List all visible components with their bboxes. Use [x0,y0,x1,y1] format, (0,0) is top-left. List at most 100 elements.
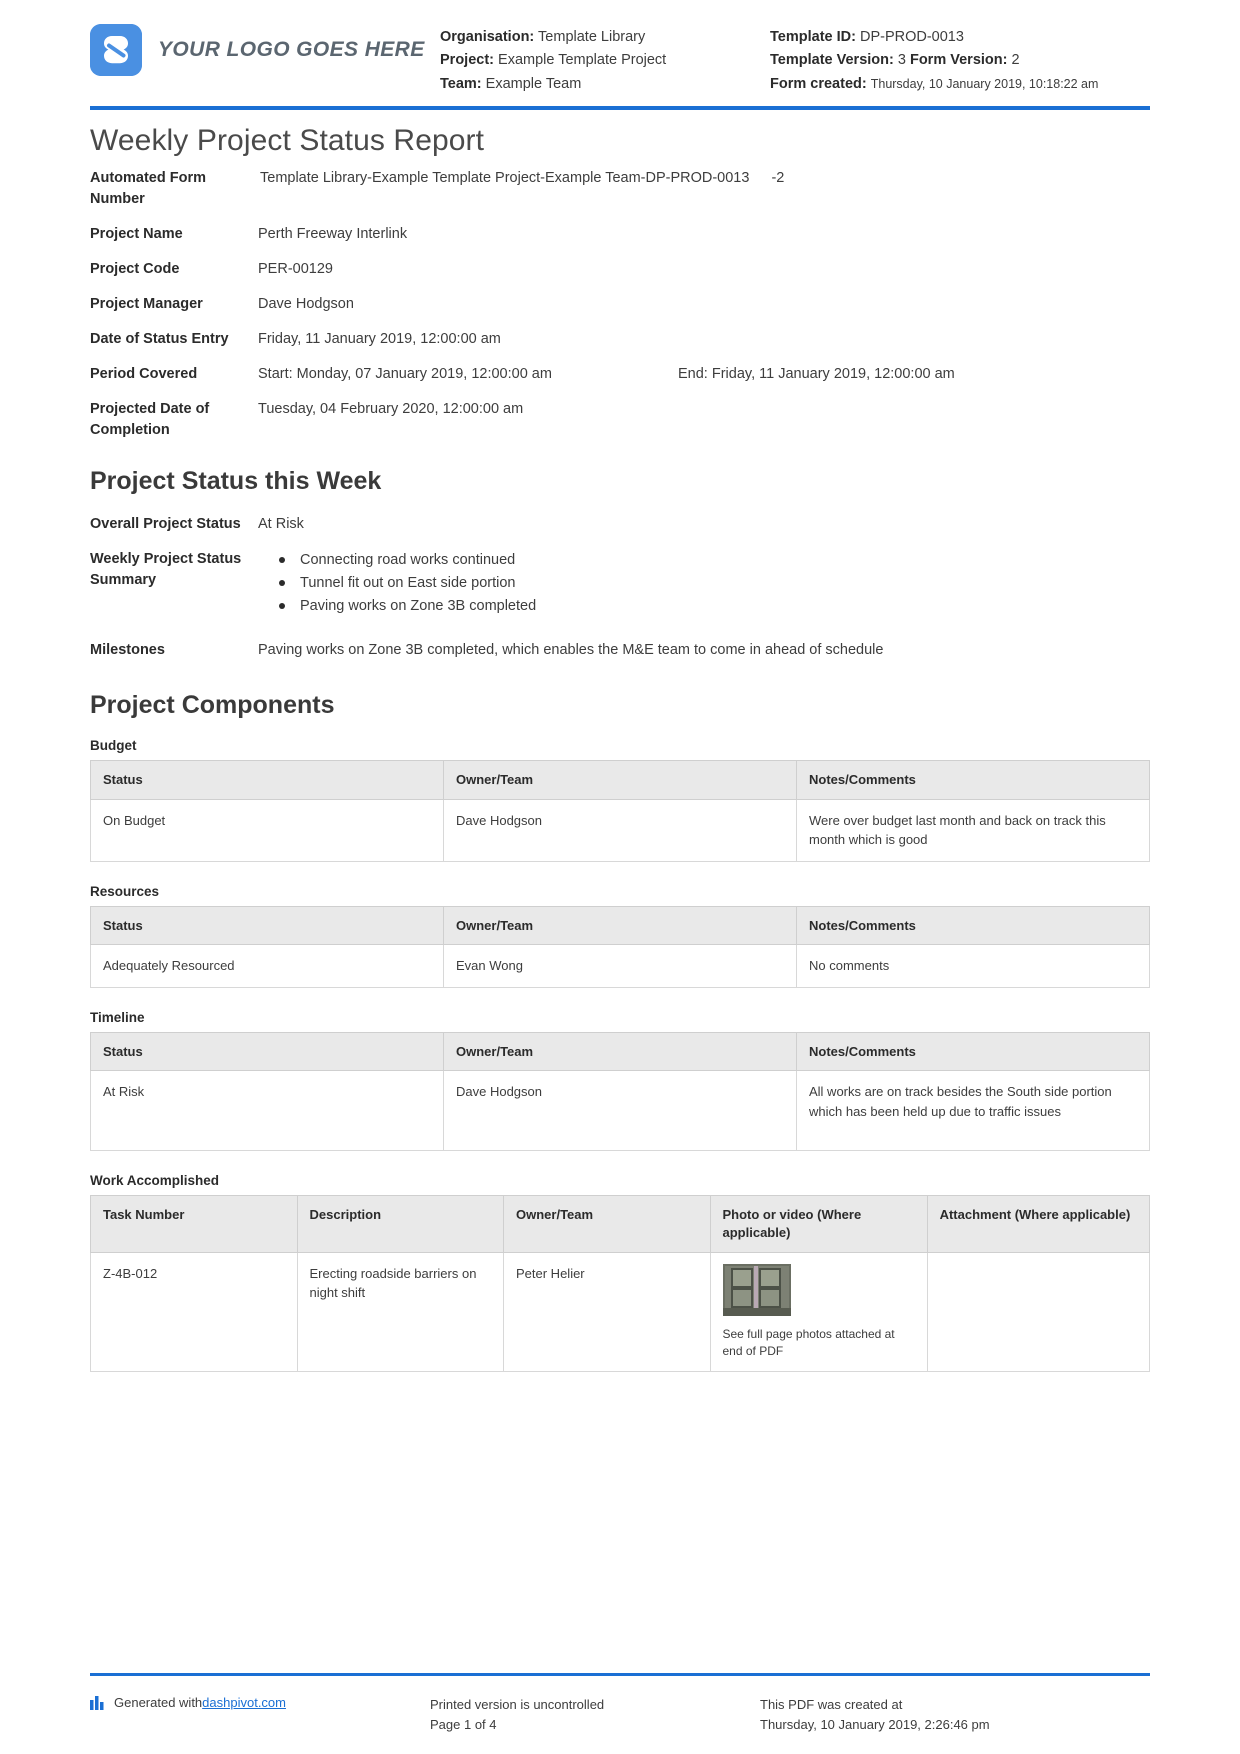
table-header-row: Task Number Description Owner/Team Photo… [90,1195,1151,1253]
cell-notes: No comments [796,944,1150,988]
field-project-code: Project Code PER-00129 [90,259,1150,280]
footer-generated-prefix: Generated with [114,1695,203,1710]
column-header-notes: Notes/Comments [796,1031,1150,1072]
column-header-task-number: Task Number [90,1195,298,1253]
automated-form-number-suffix: -2 [771,170,785,186]
field-label: Automated Form Number [90,170,206,208]
list-item: Connecting road works continued [279,549,1150,571]
table-row: At Risk Dave Hodgson All works are on tr… [90,1070,1150,1152]
status-fields: Overall Project Status At Risk Weekly Pr… [90,514,1150,661]
header-versions: Template Version: 3 Form Version: 2 [770,49,1150,72]
cell-photo: See full page photos attached at end of … [709,1251,928,1373]
dashpivot-link[interactable]: dashpivot.com [202,1695,286,1710]
field-label: Projected Date of Completion [90,401,210,439]
field-weekly-status-summary: Weekly Project Status Summary Connecting… [90,549,1150,618]
section-title-project-status: Project Status this Week [90,467,382,496]
status-badge: At Risk [258,516,304,533]
header-template-version-value: 3 [897,52,906,69]
footer-divider [90,1673,1150,1676]
document-footer: Generated with dashpivot.com Printed ver… [90,1695,1150,1734]
field-label: Milestones [90,642,165,659]
field-period-covered: Period Covered Start: Monday, 07 January… [90,364,1150,385]
subsection-label-budget: Budget [90,738,137,754]
company-logo-icon [90,24,142,76]
cell-owner: Peter Helier [503,1251,711,1373]
table-row: Z-4B-012 Erecting roadside barriers on n… [90,1251,1151,1373]
photo-thumbnail[interactable] [722,1263,791,1316]
footer-generated-with: Generated with dashpivot.com [90,1695,430,1710]
list-item: Tunnel fit out on East side portion [279,572,1150,594]
section-title-project-components: Project Components [90,691,335,720]
field-value: Perth Freeway Interlink [258,226,408,243]
header-project-label: Project: [440,52,494,69]
field-label: Date of Status Entry [90,331,229,348]
column-header-owner: Owner/Team [503,1195,711,1253]
cell-notes: Were over budget last month and back on … [796,798,1150,862]
footer-created-info: This PDF was created at Thursday, 10 Jan… [760,1695,1150,1734]
field-overall-project-status: Overall Project Status At Risk [90,514,1150,535]
header-project: Project: Example Template Project [440,49,770,72]
header-organisation: Organisation: Template Library [440,26,770,49]
header-team-value: Example Team [485,75,582,92]
footer-created-note: This PDF was created at [760,1697,903,1712]
column-header-photo-or-video: Photo or video (Where applicable) [709,1195,928,1253]
subsection-label-resources: Resources [90,883,160,899]
logo-block: YOUR LOGO GOES HERE [90,18,440,76]
field-project-manager: Project Manager Dave Hodgson [90,294,1150,315]
field-label: Project Code [90,261,180,278]
field-value: Tuesday, 04 February 2020, 12:00:00 am [258,401,524,418]
header-template-id-value: DP-PROD-0013 [859,29,964,45]
column-header-status: Status [90,760,444,800]
list-item: Paving works on Zone 3B completed [279,595,1150,617]
logo-text: YOUR LOGO GOES HERE [158,38,425,61]
field-label: Weekly Project Status Summary [90,551,242,589]
field-milestones: Milestones Paving works on Zone 3B compl… [90,640,1150,661]
field-value: Dave Hodgson [258,296,354,313]
page-title: Weekly Project Status Report [90,124,485,157]
field-value: Paving works on Zone 3B completed, which… [258,642,884,659]
field-label: Project Manager [90,296,203,313]
field-label: Overall Project Status [90,516,241,533]
header-form-version-label: Form Version: [909,52,1008,69]
summary-fields: Automated Form Number Template Library-E… [90,168,1150,441]
table-header-row: Status Owner/Team Notes/Comments [90,760,1150,800]
cell-attachment [926,1251,1151,1373]
cell-description: Erecting roadside barriers on night shif… [296,1251,504,1373]
field-date-of-status-entry: Date of Status Entry Friday, 11 January … [90,329,1150,350]
column-header-owner: Owner/Team [443,1031,797,1072]
header-team-label: Team: [440,75,482,92]
timeline-table: Status Owner/Team Notes/Comments At Risk… [90,1031,1150,1152]
weekly-summary-list: Connecting road works continued Tunnel f… [258,549,1150,617]
cell-owner: Dave Hodgson [443,798,797,862]
column-header-attachment: Attachment (Where applicable) [926,1195,1151,1253]
table-row: Adequately Resourced Evan Wong No commen… [90,944,1150,988]
field-value: Connecting road works continued Tunnel f… [258,549,1150,618]
header-form-version-value: 2 [1011,52,1020,69]
header-form-created-value: Thursday, 10 January 2019, 10:18:22 am [870,76,1099,91]
cell-status: At Risk [90,1070,444,1152]
photo-caption: See full page photos attached at end of … [722,1326,895,1358]
header-meta-right: Template ID: DP-PROD-0013 Template Versi… [770,18,1150,96]
work-accomplished-table: Task Number Description Owner/Team Photo… [90,1195,1151,1373]
table-header-row: Status Owner/Team Notes/Comments [90,905,1150,946]
period-start: Start: Monday, 07 January 2019, 12:00:00… [258,366,552,383]
cell-notes: All works are on track besides the South… [796,1070,1150,1152]
subsection-label-timeline: Timeline [90,1009,145,1025]
field-value: Friday, 11 January 2019, 12:00:00 am [258,331,501,348]
footer-printed-note: Printed version is uncontrolled [430,1697,605,1712]
footer-print-info: Printed version is uncontrolled Page 1 o… [430,1695,760,1734]
document-header: YOUR LOGO GOES HERE Organisation: Templa… [0,0,1240,100]
field-label: Period Covered [90,366,198,383]
table-header-row: Status Owner/Team Notes/Comments [90,1031,1150,1072]
footer-created-date: Thursday, 10 January 2019, 2:26:46 pm [760,1716,990,1732]
header-meta-left: Organisation: Template Library Project: … [440,18,770,96]
column-header-notes: Notes/Comments [796,760,1150,800]
cell-task-number: Z-4B-012 [90,1251,298,1373]
header-organisation-value: Template Library [538,29,646,45]
field-project-name: Project Name Perth Freeway Interlink [90,224,1150,245]
cell-status: Adequately Resourced [90,944,444,988]
table-row: On Budget Dave Hodgson Were over budget … [90,798,1150,862]
column-header-description: Description [296,1195,504,1253]
header-form-created: Form created: Thursday, 10 January 2019,… [770,73,1150,96]
automated-form-number-value: Template Library-Example Template Projec… [260,170,750,186]
